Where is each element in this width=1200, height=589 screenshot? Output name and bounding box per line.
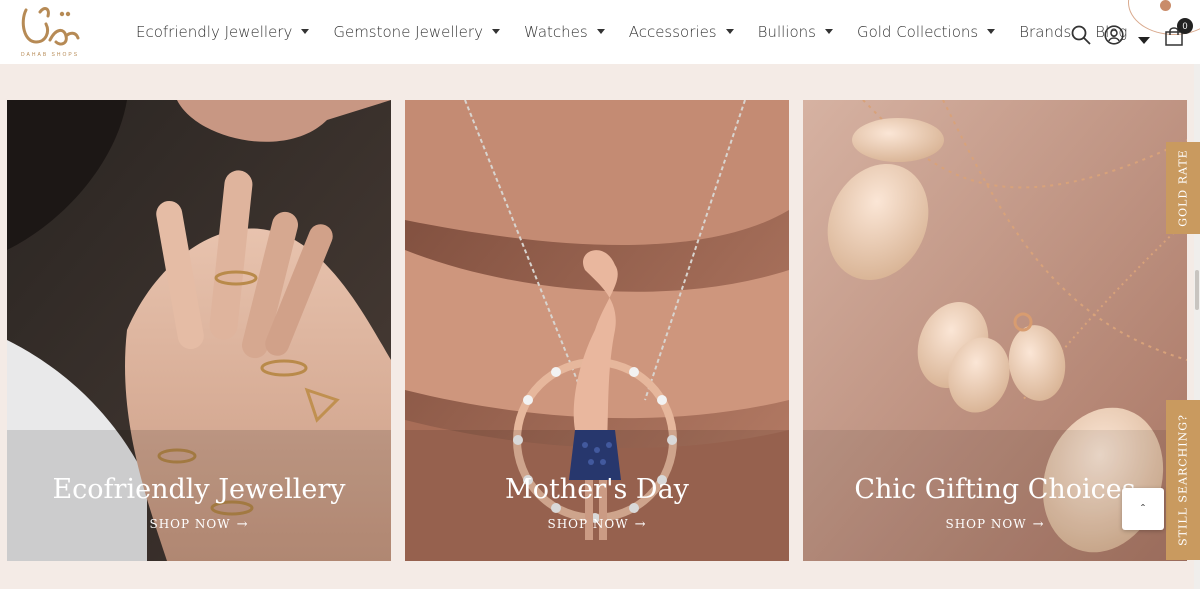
caret-down-icon: [725, 28, 734, 34]
caret-down-icon: [824, 28, 833, 34]
site-header: DAHAB SHOPS Ecofriendly Jewellery Gemsto…: [0, 0, 1200, 64]
chevron-up-icon: ˆ: [1141, 502, 1145, 516]
user-icon[interactable]: [1104, 25, 1124, 50]
nav-item-accessories[interactable]: Accessories: [617, 0, 746, 64]
nav-label: Accessories: [628, 23, 717, 41]
shop-now-label: SHOP NOW: [149, 517, 231, 531]
scroll-to-top-button[interactable]: ˆ: [1122, 488, 1164, 530]
caret-down-icon: [596, 28, 605, 34]
arrow-right-icon: →: [236, 517, 249, 532]
gold-rate-label: GOLD RATE: [1176, 149, 1190, 227]
shop-now-label: SHOP NOW: [547, 517, 629, 531]
logo-mark-icon: [21, 7, 80, 46]
banner-mothers-day[interactable]: Mother's Day SHOP NOW →: [405, 100, 789, 561]
nav-item-bullions[interactable]: Bullions: [746, 0, 845, 64]
nav-label: Gemstone Jewellery: [333, 23, 483, 41]
decoration-dot: [1160, 0, 1171, 11]
cart-count-badge: 0: [1177, 18, 1193, 34]
nav-label: Watches: [523, 23, 588, 41]
brand-logo[interactable]: DAHAB SHOPS: [10, 2, 86, 62]
chevron-down-icon[interactable]: [1138, 32, 1150, 50]
caret-down-icon: [301, 28, 310, 34]
arrow-right-icon: →: [1032, 517, 1045, 532]
still-searching-tab[interactable]: STILL SEARCHING?: [1166, 400, 1200, 560]
banner-ecofriendly-jewellery[interactable]: Ecofriendly Jewellery SHOP NOW →: [7, 100, 391, 561]
nav-label: Ecofriendly Jewellery: [136, 23, 293, 41]
main-nav: Ecofriendly Jewellery Gemstone Jewellery…: [124, 0, 1139, 64]
shop-now-link[interactable]: SHOP NOW →: [405, 517, 789, 532]
nav-label: Bullions: [757, 23, 816, 41]
caret-down-icon: [987, 28, 996, 34]
logo-text: DAHAB SHOPS: [20, 52, 80, 58]
banner-title: Ecofriendly Jewellery: [52, 474, 346, 505]
still-searching-label: STILL SEARCHING?: [1176, 414, 1190, 546]
nav-label: Gold Collections: [856, 23, 979, 41]
arrow-right-icon: →: [634, 517, 647, 532]
banner-title: Mother's Day: [505, 474, 689, 505]
gold-rate-tab[interactable]: GOLD RATE: [1166, 142, 1200, 234]
shop-now-label: SHOP NOW: [945, 517, 1027, 531]
shop-now-link[interactable]: SHOP NOW →: [7, 517, 391, 532]
nav-label: Brands: [1019, 23, 1072, 41]
caret-down-icon: [491, 28, 500, 34]
search-icon[interactable]: [1071, 25, 1091, 50]
nav-item-watches[interactable]: Watches: [512, 0, 617, 64]
scrollbar-thumb[interactable]: [1195, 270, 1199, 310]
nav-item-gemstone-jewellery[interactable]: Gemstone Jewellery: [321, 0, 512, 64]
nav-item-gold-collections[interactable]: Gold Collections: [845, 0, 1007, 64]
nav-item-ecofriendly-jewellery[interactable]: Ecofriendly Jewellery: [124, 0, 321, 64]
